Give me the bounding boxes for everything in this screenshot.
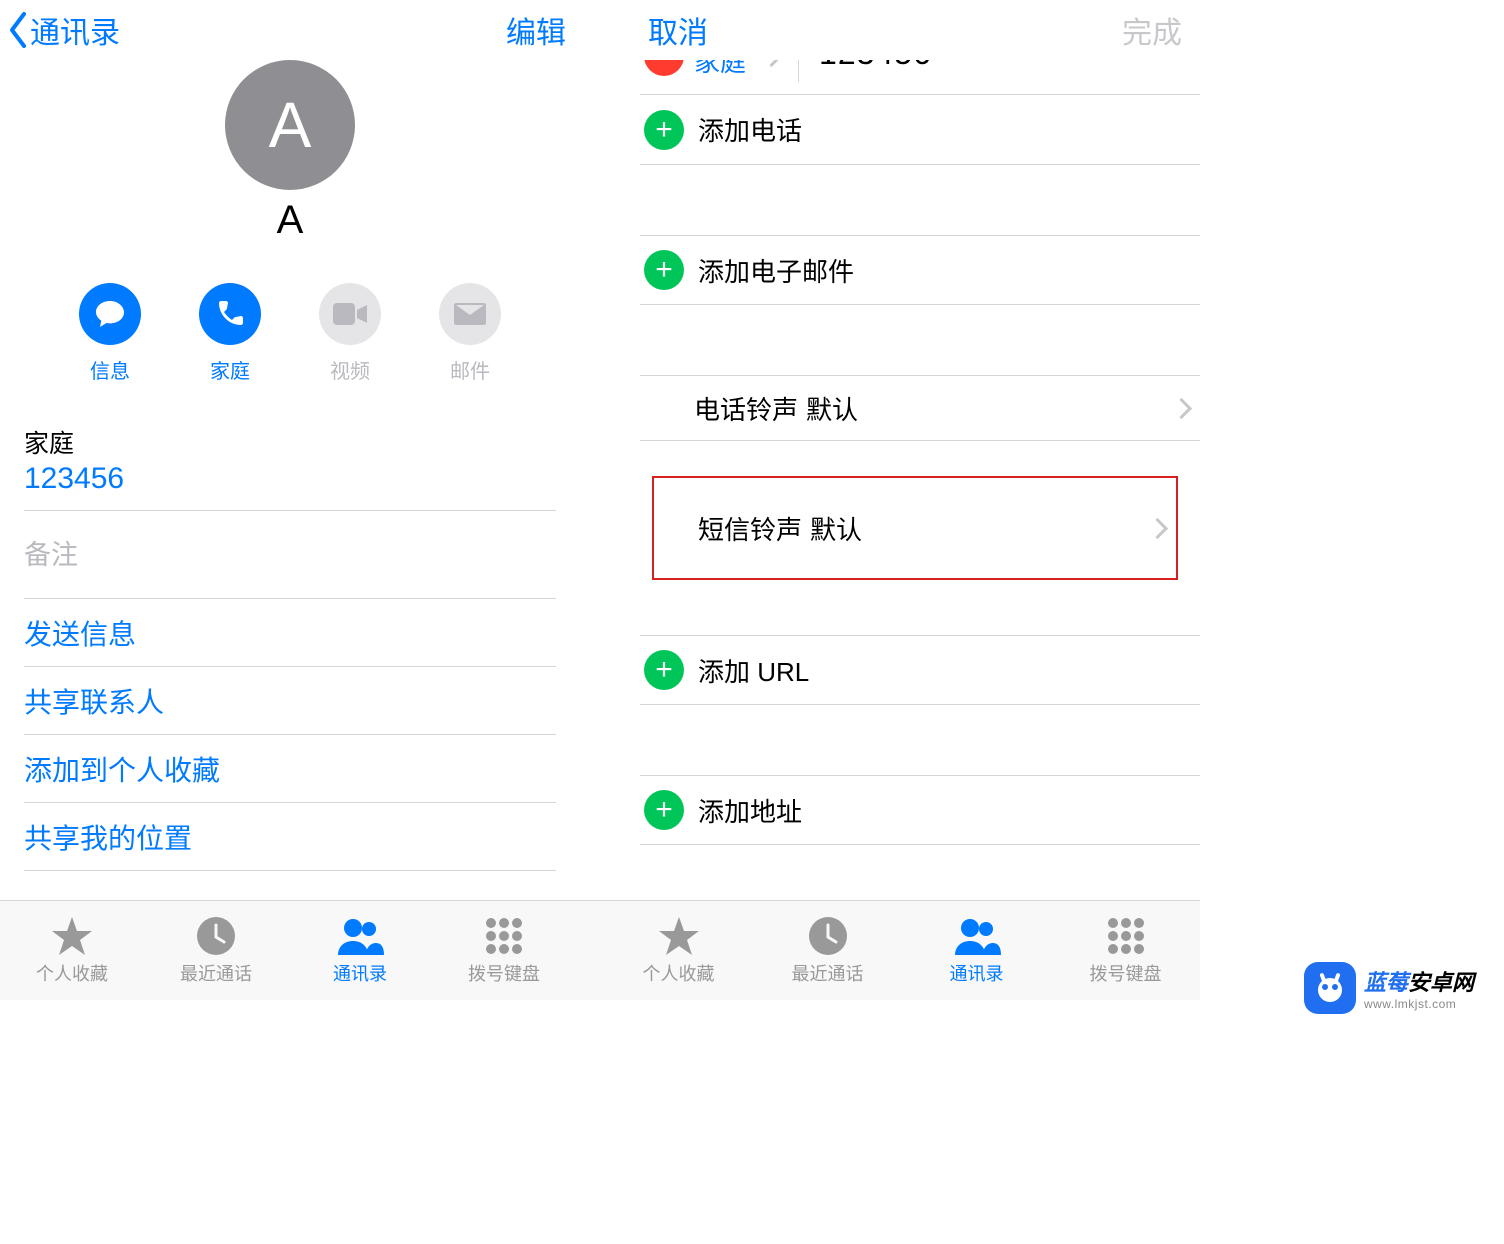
existing-phone-row[interactable]: 家庭 123456 bbox=[640, 60, 1200, 95]
tab-recents[interactable]: 最近通话 bbox=[753, 916, 902, 986]
contact-header: A A bbox=[0, 60, 580, 243]
nav-bar: 通讯录 编辑 bbox=[0, 0, 580, 60]
sms-tone-highlight: 短信铃声 默认 bbox=[652, 476, 1178, 580]
contacts-icon bbox=[953, 917, 1001, 955]
delete-icon[interactable] bbox=[644, 60, 684, 76]
avatar: A bbox=[225, 60, 355, 190]
watermark-title: 蓝莓安卓网 bbox=[1364, 965, 1474, 997]
bottom-margin bbox=[0, 1000, 1504, 1244]
chevron-left-icon bbox=[6, 11, 30, 49]
divider bbox=[798, 60, 799, 82]
add-email-label: 添加电子邮件 bbox=[698, 252, 854, 289]
tab-contacts-label: 通讯录 bbox=[288, 960, 432, 986]
avatar-initial: A bbox=[269, 88, 312, 162]
tab-favorites[interactable]: 个人收藏 bbox=[0, 916, 144, 986]
chevron-right-icon bbox=[764, 60, 778, 68]
edit-button[interactable]: 编辑 bbox=[506, 8, 566, 52]
plus-icon: + bbox=[644, 250, 684, 290]
mail-icon bbox=[454, 303, 486, 325]
action-mail-label: 邮件 bbox=[439, 355, 501, 384]
watermark: 蓝莓安卓网 www.lmkjst.com bbox=[1304, 962, 1474, 1014]
screen-gap bbox=[580, 0, 630, 1000]
chevron-right-icon bbox=[1174, 396, 1188, 420]
notes-placeholder: 备注 bbox=[24, 521, 556, 584]
contact-fields: 家庭 123456 备注 发送信息 共享联系人 添加到个人收藏 共享我的位置 bbox=[0, 414, 580, 871]
keypad-icon bbox=[1107, 917, 1145, 955]
phone-label: 家庭 bbox=[24, 424, 556, 460]
star-icon bbox=[659, 917, 699, 955]
ringtone-label: 电话铃声 bbox=[694, 390, 806, 427]
tab-keypad-label: 拨号键盘 bbox=[1051, 960, 1200, 986]
back-label: 通讯录 bbox=[30, 8, 120, 52]
nav-bar: 取消 完成 bbox=[630, 0, 1200, 60]
message-icon bbox=[94, 299, 126, 329]
add-url-button[interactable]: + 添加 URL bbox=[640, 635, 1200, 705]
plus-icon: + bbox=[644, 650, 684, 690]
action-video-label: 视频 bbox=[319, 355, 381, 384]
share-contact-button[interactable]: 共享联系人 bbox=[24, 667, 556, 735]
tab-favorites[interactable]: 个人收藏 bbox=[604, 916, 753, 986]
clock-icon bbox=[197, 917, 235, 955]
back-button[interactable]: 通讯录 bbox=[6, 8, 120, 52]
action-video: 视频 bbox=[319, 283, 381, 384]
add-favorite-button[interactable]: 添加到个人收藏 bbox=[24, 735, 556, 803]
phone-field[interactable]: 家庭 123456 bbox=[24, 414, 556, 511]
tab-favorites-label: 个人收藏 bbox=[604, 960, 753, 986]
tab-keypad[interactable]: 拨号键盘 bbox=[432, 916, 576, 986]
action-message-label: 信息 bbox=[79, 355, 141, 384]
contact-name: A bbox=[0, 198, 580, 243]
tab-keypad-label: 拨号键盘 bbox=[432, 960, 576, 986]
phone-value: 123456 bbox=[24, 462, 556, 496]
video-icon bbox=[333, 303, 367, 325]
tab-recents-label: 最近通话 bbox=[753, 960, 902, 986]
phone-number: 123456 bbox=[819, 60, 932, 72]
star-icon bbox=[52, 917, 92, 955]
tab-favorites-label: 个人收藏 bbox=[0, 960, 144, 986]
watermark-sub: www.lmkjst.com bbox=[1364, 997, 1474, 1011]
watermark-icon bbox=[1304, 962, 1356, 1014]
add-email-button[interactable]: + 添加电子邮件 bbox=[640, 235, 1200, 305]
sms-tone-label: 短信铃声 bbox=[698, 510, 810, 547]
done-button: 完成 bbox=[1122, 8, 1182, 52]
phone-type-label: 家庭 bbox=[694, 60, 746, 79]
add-url-label: 添加 URL bbox=[698, 652, 809, 689]
contact-edit-screen: 取消 完成 家庭 123456 + 添加电话 + 添加电子邮件 电话铃声 默认 … bbox=[630, 0, 1200, 1000]
ringtone-row[interactable]: 电话铃声 默认 bbox=[640, 375, 1200, 441]
action-mail: 邮件 bbox=[439, 283, 501, 384]
action-buttons: 信息 家庭 视频 邮件 bbox=[0, 283, 580, 384]
tab-contacts[interactable]: 通讯录 bbox=[288, 916, 432, 986]
sms-tone-value: 默认 bbox=[810, 510, 862, 547]
tab-recents[interactable]: 最近通话 bbox=[144, 916, 288, 986]
action-home-label: 家庭 bbox=[199, 355, 261, 384]
chevron-right-icon bbox=[1150, 516, 1164, 540]
tab-contacts[interactable]: 通讯录 bbox=[902, 916, 1051, 986]
cancel-button[interactable]: 取消 bbox=[648, 8, 708, 52]
tab-bar-left: 个人收藏 最近通话 通讯录 拨号键盘 bbox=[0, 901, 576, 1001]
tab-bar-right: 个人收藏 最近通话 通讯录 拨号键盘 bbox=[604, 901, 1200, 1001]
action-call-home[interactable]: 家庭 bbox=[199, 283, 261, 384]
ringtone-value: 默认 bbox=[806, 390, 858, 427]
contact-detail-screen: 通讯录 编辑 A A 信息 家庭 视频 邮件 家庭 123456 bbox=[0, 0, 580, 1000]
action-message[interactable]: 信息 bbox=[79, 283, 141, 384]
share-location-button[interactable]: 共享我的位置 bbox=[24, 803, 556, 871]
clock-icon bbox=[809, 917, 847, 955]
keypad-icon bbox=[485, 917, 523, 955]
send-message-button[interactable]: 发送信息 bbox=[24, 599, 556, 667]
notes-field[interactable]: 备注 bbox=[24, 511, 556, 599]
add-address-button[interactable]: + 添加地址 bbox=[640, 775, 1200, 845]
add-phone-label: 添加电话 bbox=[698, 111, 802, 148]
plus-icon: + bbox=[644, 790, 684, 830]
sms-tone-row[interactable]: 短信铃声 默认 bbox=[654, 478, 1176, 578]
tab-recents-label: 最近通话 bbox=[144, 960, 288, 986]
add-address-label: 添加地址 bbox=[698, 792, 802, 829]
tab-bars: 个人收藏 最近通话 通讯录 拨号键盘 个人收藏 最近通话 通讯录 bbox=[0, 900, 1200, 1000]
phone-icon bbox=[215, 299, 245, 329]
tab-contacts-label: 通讯录 bbox=[902, 960, 1051, 986]
add-phone-button[interactable]: + 添加电话 bbox=[640, 95, 1200, 165]
tab-keypad[interactable]: 拨号键盘 bbox=[1051, 916, 1200, 986]
right-margin bbox=[1200, 0, 1504, 1000]
plus-icon: + bbox=[644, 110, 684, 150]
contacts-icon bbox=[336, 917, 384, 955]
